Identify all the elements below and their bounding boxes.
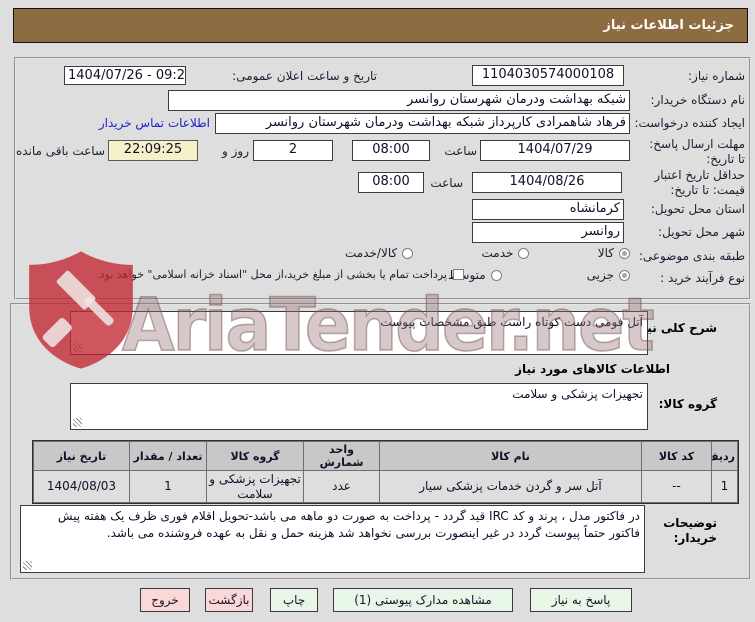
reply-hour-input[interactable]: 08:00 (352, 140, 430, 161)
goods-group-textarea[interactable]: تجهیزات پزشکی و سلامت (70, 383, 648, 430)
days-left-label: روز و (222, 144, 249, 158)
radio-icon[interactable] (619, 247, 630, 259)
resize-grip-icon[interactable] (73, 343, 82, 352)
reply-to-need-button[interactable]: پاسخ به نیاز (530, 588, 632, 612)
cell-group: تجهیزات پزشکی و سلامت (206, 470, 304, 503)
announce-datetime-label: تاریخ و ساعت اعلان عمومی: (232, 69, 377, 83)
subject-class-label: طبقه بندی موضوعی: (638, 249, 745, 263)
subject-class-options: کالا خدمت کالا/خدمت (345, 246, 630, 260)
items-section-heading: اطلاعات کالاهای مورد نیاز (515, 362, 670, 376)
days-left-input: 2 (253, 140, 333, 161)
creator-label: ایجاد کننده درخواست: (634, 116, 745, 130)
col-row-number: ردیف (711, 441, 738, 471)
resize-grip-icon[interactable] (73, 418, 82, 427)
cell-item-name: آتل سر و گردن خدمات پزشکی سیار (379, 470, 642, 503)
announce-datetime-input[interactable]: 1404/07/26 - 09:21 (64, 66, 186, 85)
col-item-code: کد کالا (641, 441, 712, 471)
col-group: گروه کالا (206, 441, 304, 471)
purchase-type-label: نوع فرآیند خرید : (660, 271, 745, 285)
radio-icon[interactable] (490, 269, 502, 281)
hours-remaining-label: ساعت باقی مانده (15, 144, 105, 158)
buyer-notes-label: توضیحات خریدار: (663, 516, 717, 545)
col-quantity: تعداد / مقدار (129, 441, 207, 471)
col-need-date: تاریخ نیاز (33, 441, 130, 471)
reply-deadline-label: مهلت ارسال پاسخ: تا تاریخ: (649, 137, 745, 166)
cell-row-number: 1 (711, 470, 738, 503)
reply-hour-label: ساعت (444, 144, 477, 158)
need-number-label: شماره نیاز: (688, 69, 745, 83)
purchase-type-options: جزیی متوسط (448, 268, 630, 282)
radio-icon[interactable] (619, 269, 630, 281)
back-button[interactable]: بازگشت (205, 588, 253, 612)
price-validity-date-input[interactable]: 1404/08/26 (472, 172, 622, 193)
items-table: ردیف کد کالا نام کالا واحد شمارش گروه کا… (32, 440, 739, 504)
buyer-contact-link[interactable]: اطلاعات تماس خریدار (99, 116, 210, 130)
cell-unit: عدد (303, 470, 380, 503)
buyer-org-label: نام دستگاه خریدار: (650, 93, 746, 107)
price-validity-hour-input[interactable]: 08:00 (358, 172, 424, 193)
col-unit: واحد شمارش (303, 441, 380, 471)
city-input[interactable]: روانسر (472, 222, 624, 243)
need-desc-textarea[interactable]: آتل فومی دست کوتاه راست طبق مشخصات پیوست (70, 311, 648, 355)
print-button[interactable]: چاپ (270, 588, 318, 612)
exit-button[interactable]: خروج (140, 588, 190, 612)
province-input[interactable]: کرمانشاه (472, 199, 624, 220)
cell-need-date: 1404/08/03 (33, 470, 130, 503)
table-row: 1 -- آتل سر و گردن خدمات پزشکی سیار عدد … (33, 470, 738, 503)
creator-input[interactable]: فرهاد شاهمرادی کارپرداز شبکه بهداشت ودرم… (215, 113, 630, 134)
subject-option-goods[interactable]: کالا (598, 246, 630, 260)
treasury-payment-option[interactable]: پرداخت تمام یا بخشی از مبلغ خرید،از محل … (96, 268, 464, 281)
province-label: استان محل تحویل: (650, 202, 745, 216)
price-validity-label: حداقل تاریخ اعتبار قیمت: تا تاریخ: (654, 168, 745, 197)
countdown-timer: 22:09:25 (108, 140, 198, 161)
reply-deadline-date-input[interactable]: 1404/07/29 (480, 140, 630, 161)
subject-option-goods-service[interactable]: کالا/خدمت (345, 246, 414, 260)
buyer-notes-textarea[interactable]: در فاکتور مدل ، پرند و کد IRC قید گردد -… (20, 505, 645, 573)
city-label: شهر محل تحویل: (658, 225, 745, 239)
need-number-input[interactable]: 1104030574000108 (472, 65, 624, 86)
cell-quantity: 1 (129, 470, 207, 503)
cell-item-code: -- (641, 470, 712, 503)
price-validity-hour-label: ساعت (430, 176, 463, 190)
radio-icon[interactable] (518, 247, 530, 259)
purchase-option-minor[interactable]: جزیی (587, 268, 630, 282)
page-title: جزئیات اطلاعات نیاز (13, 8, 748, 43)
table-header-row: ردیف کد کالا نام کالا واحد شمارش گروه کا… (33, 441, 738, 471)
tender-detail-page: جزئیات اطلاعات نیاز شماره نیاز: 11040305… (0, 0, 755, 622)
radio-icon[interactable] (402, 247, 414, 259)
resize-grip-icon[interactable] (23, 561, 32, 570)
goods-group-label: گروه کالا: (658, 397, 717, 411)
view-attached-docs-button[interactable]: مشاهده مدارک پیوستی (1) (333, 588, 513, 612)
checkbox-icon[interactable] (453, 269, 464, 280)
buyer-org-input[interactable]: شبکه بهداشت ودرمان شهرستان روانسر (168, 90, 630, 111)
col-item-name: نام کالا (379, 441, 642, 471)
subject-option-service[interactable]: خدمت (482, 246, 530, 260)
